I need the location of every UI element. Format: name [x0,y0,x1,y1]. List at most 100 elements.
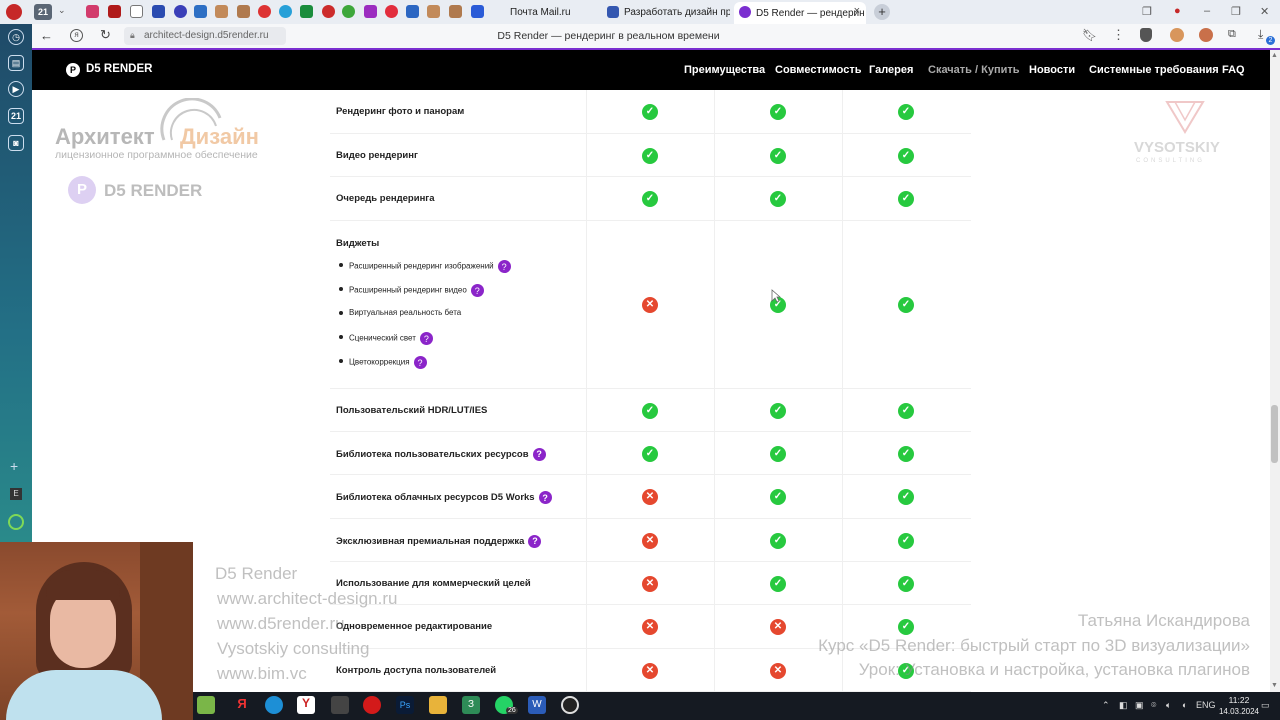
pinned-tab-icon[interactable] [300,5,313,18]
new-tab-button[interactable]: + [874,4,890,20]
pinned-tab-icon[interactable] [406,5,419,18]
notification-center-icon[interactable]: ▭ [1261,700,1270,711]
pinned-tab-icon[interactable] [471,5,484,18]
opera-icon[interactable] [363,696,381,714]
tray-sound-icon[interactable]: ◐ [1182,700,1187,710]
pinned-tab-icon[interactable] [152,5,165,18]
pinned-tab-icon[interactable] [194,5,207,18]
pinned-tab-icon[interactable] [322,5,335,18]
video-icon[interactable]: ▶ [8,81,24,97]
pinned-tab-icon[interactable] [427,5,440,18]
snap-icon[interactable]: ❐ [1142,5,1152,18]
pinned-tab-icon[interactable] [279,5,292,18]
pinned-tab-icon[interactable] [258,5,271,18]
three-app-icon[interactable]: З [462,696,480,714]
pinned-tab-icon[interactable] [237,5,250,18]
extension-avatar-icon[interactable] [1199,28,1213,42]
page-scrollbar[interactable] [1270,50,1280,692]
pinned-tab-icon[interactable] [342,5,355,18]
tray-display-icon[interactable]: ▣ [1135,700,1144,711]
cross-icon: ✕ [770,619,786,635]
tray-network-icon[interactable]: ◧ [1119,700,1128,711]
whatsapp-badge: 26 [506,707,518,714]
downloads-icon[interactable]: ⤓ [1258,27,1263,42]
pinned-tab-icon[interactable] [130,5,143,18]
photoshop-icon[interactable]: Ps [396,696,414,714]
pinned-tab-icon[interactable] [108,5,121,18]
clock-time[interactable]: 11:22 [1213,695,1265,705]
browser-menu-logo-icon[interactable] [6,4,22,20]
nav-gallery[interactable]: Галерея [869,50,913,90]
screenshot-icon[interactable]: ◙ [8,135,24,151]
add-sidebar-icon[interactable]: + [10,458,18,474]
info-icon[interactable]: ? [538,491,552,504]
puzzle-icon[interactable]: ⧉ [1228,28,1236,41]
extension-avatar-icon[interactable] [1170,28,1184,42]
clock-date[interactable]: 14.03.2024 [1213,707,1265,716]
notifications-icon[interactable]: ● [1174,5,1181,17]
info-icon[interactable]: ? [497,260,511,273]
pinned-tab-icon[interactable] [174,5,187,18]
info-icon[interactable]: ? [532,447,546,461]
feature-label-text: Очередь рендеринга [336,193,435,204]
pinned-tab-icon[interactable] [449,5,462,18]
minimize-icon[interactable]: – [1204,5,1210,17]
info-icon[interactable]: ? [413,356,427,369]
shield-icon[interactable] [1140,28,1152,42]
tab-list-chevron-icon[interactable]: ⌄ [58,5,66,16]
tray-wifi-icon[interactable]: ⌾ [1151,700,1156,711]
scroll-down-icon[interactable]: ▼ [1271,682,1278,689]
calendar-badge[interactable]: 21 [8,108,24,124]
sync-status-icon[interactable] [8,514,24,530]
tab-label: Почта Mail.ru [510,6,571,18]
nav-system-requirements[interactable]: Системные требования [1089,50,1219,90]
feature-label-text: Пользовательский HDR/LUT/IES [336,404,488,416]
feature-subitem-text: Расширенный рендеринг видео [349,285,467,295]
tab-d5render[interactable]: D5 Render — рендерин × [734,2,866,24]
tab-design[interactable]: Разработать дизайн прое [602,2,730,22]
info-icon[interactable]: ? [528,534,542,548]
feature-label-text: Библиотека пользовательских ресурсов [336,448,529,460]
bookmark-icon[interactable]: 🔖︎ [1082,28,1097,42]
widgets-icon[interactable] [197,696,215,714]
nav-compatibility[interactable]: Совместимость [775,50,862,90]
consulting-text: CONSULTING [1136,158,1205,164]
maximize-icon[interactable]: ❐ [1231,5,1241,18]
tab-mail[interactable]: Почта Mail.ru [488,2,600,22]
workspace-badge[interactable]: 21 [34,4,52,20]
pinned-tab-icon[interactable] [86,5,99,18]
yandex-browser-icon[interactable]: Y [297,696,315,714]
check-icon: ✓ [770,532,786,549]
d5-render-app-icon[interactable] [561,696,579,714]
site-logo[interactable]: D5 RENDER [86,63,152,75]
collections-icon[interactable]: ▤ [8,55,24,71]
close-window-icon[interactable]: ✕ [1260,5,1269,18]
pinned-tab-icon[interactable] [364,5,377,18]
tab-label: Разработать дизайн прое [624,6,730,18]
edge-icon[interactable] [265,696,283,714]
yandex-icon[interactable]: Я [233,696,251,714]
scrollbar-thumb[interactable] [1271,405,1278,463]
info-icon[interactable]: ? [470,284,484,297]
table-row: Эксклюзивная премиальная поддержка? ✕ ✓ ✓ [330,519,971,562]
history-icon[interactable]: ◷ [8,29,24,45]
pinned-tab-icon[interactable] [385,5,398,18]
nav-download-buy[interactable]: Скачать / Купить [928,50,1020,90]
scroll-up-icon[interactable]: ▲ [1271,52,1278,59]
nav-faq[interactable]: FAQ [1222,50,1245,90]
d5-logo-icon[interactable]: P [66,63,80,77]
file-explorer-icon[interactable] [429,696,447,714]
pen-tool-icon[interactable] [331,696,349,714]
author-name: Татьяна Искандирова [1077,611,1250,630]
nav-news[interactable]: Новости [1029,50,1075,90]
extension-e-icon[interactable]: E [10,488,22,500]
pinned-tab-icon[interactable] [215,5,228,18]
more-menu-icon[interactable]: ⋮ [1112,27,1125,43]
cross-icon: ✕ [642,619,658,635]
tray-chevron-icon[interactable]: ⌃ [1102,700,1110,711]
tray-volume-icon[interactable]: 🔈︎ [1166,700,1171,711]
info-icon[interactable]: ? [419,332,433,345]
word-icon[interactable]: W [528,696,546,714]
nav-advantages[interactable]: Преимущества [684,50,765,90]
close-tab-icon[interactable]: × [854,5,860,17]
